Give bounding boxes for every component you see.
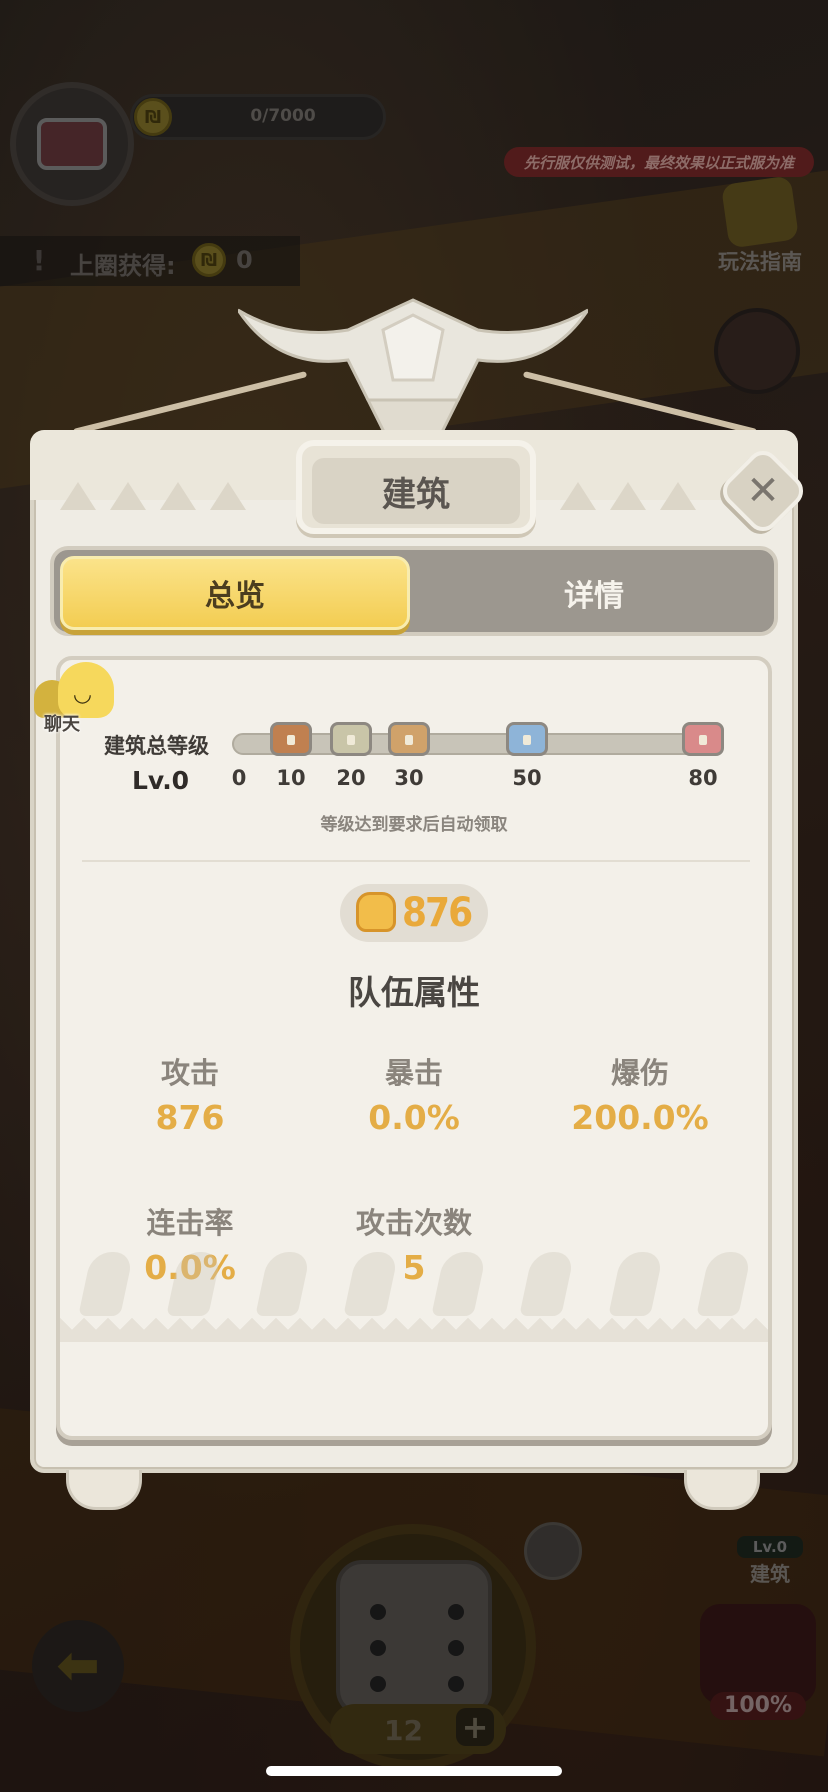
- home-indicator[interactable]: [266, 1766, 562, 1776]
- stat-label-attack: 攻击: [160, 1056, 219, 1090]
- milestone-tick: 20: [336, 766, 366, 790]
- milestone-chest-50[interactable]: [506, 722, 548, 756]
- stat-value-crit-damage: 200.0%: [571, 1098, 709, 1137]
- milestone-tick: 50: [512, 766, 542, 790]
- smile-face: ◡: [74, 682, 91, 707]
- milestone-chest-20[interactable]: [330, 722, 372, 756]
- stat-value-crit: 0.0%: [368, 1098, 460, 1137]
- tab-details[interactable]: 详情: [416, 556, 772, 630]
- milestone-chest-80[interactable]: [682, 722, 724, 756]
- milestone-tick: 0: [231, 766, 247, 790]
- total-level-title: 建筑总等级: [104, 734, 209, 758]
- milestone-chest-30[interactable]: [388, 722, 430, 756]
- stat-label-crit: 暴击: [384, 1056, 443, 1090]
- team-attributes-title: 队伍属性: [348, 973, 480, 1012]
- stat-label-crit-damage: 爆伤: [610, 1056, 669, 1090]
- zigzag-decoration: [60, 1318, 768, 1342]
- tab-overview[interactable]: 总览: [60, 556, 410, 630]
- dialog-title: 建筑: [312, 458, 520, 524]
- tab-bar: 总览 详情: [50, 546, 778, 636]
- divider: [82, 860, 750, 862]
- total-level-value: Lv.0: [132, 766, 190, 795]
- auto-claim-note: 等级达到要求后自动领取: [320, 815, 508, 835]
- milestone-tick: 10: [276, 766, 306, 790]
- power-value: 876: [402, 890, 473, 936]
- close-icon[interactable]: ✕: [730, 458, 796, 524]
- milestone-tick: 30: [394, 766, 424, 790]
- fist-icon: [356, 892, 396, 932]
- chat-label: 聊天: [44, 714, 80, 735]
- runner-silhouettes-decoration: [62, 1226, 768, 1316]
- milestone-chest-10[interactable]: [270, 722, 312, 756]
- milestone-tick: 80: [688, 766, 718, 790]
- horn-crest-decoration: [238, 298, 588, 440]
- stat-value-attack: 876: [155, 1098, 225, 1137]
